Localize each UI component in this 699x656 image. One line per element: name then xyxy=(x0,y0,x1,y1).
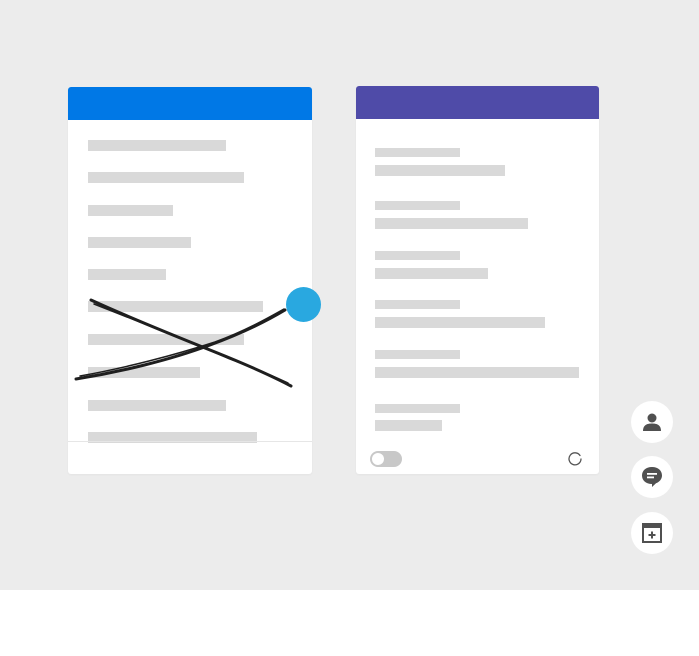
field-label xyxy=(375,201,460,210)
contact-button[interactable] xyxy=(631,401,673,443)
calendar-add-button[interactable] xyxy=(631,512,673,554)
left-panel xyxy=(68,87,312,474)
list-item xyxy=(88,334,244,345)
left-panel-header xyxy=(68,87,312,120)
field-value xyxy=(375,165,505,176)
field-label xyxy=(375,350,460,359)
right-panel-header xyxy=(356,86,599,119)
toggle-switch[interactable] xyxy=(370,451,402,467)
field-label xyxy=(375,300,460,309)
left-panel-footer-divider xyxy=(68,441,312,442)
list-item xyxy=(88,237,191,248)
chat-icon xyxy=(642,467,662,487)
drag-handle[interactable] xyxy=(286,287,321,322)
person-icon xyxy=(643,413,661,431)
list-item xyxy=(88,301,263,312)
field-value xyxy=(375,420,442,431)
toggle-knob xyxy=(372,453,384,465)
list-item xyxy=(88,400,226,411)
field-label xyxy=(375,251,460,260)
list-item xyxy=(88,205,173,216)
right-panel xyxy=(356,86,599,474)
field-value xyxy=(375,367,579,378)
refresh-icon[interactable] xyxy=(567,450,583,466)
field-label xyxy=(375,404,460,413)
list-item xyxy=(88,172,244,183)
field-label xyxy=(375,148,460,157)
field-value xyxy=(375,317,545,328)
calendar-add-icon xyxy=(642,523,662,543)
list-item xyxy=(88,367,200,378)
list-item xyxy=(88,140,226,151)
list-item xyxy=(88,269,166,280)
workspace-canvas xyxy=(0,0,699,590)
field-value xyxy=(375,268,488,279)
field-value xyxy=(375,218,528,229)
chat-button[interactable] xyxy=(631,456,673,498)
